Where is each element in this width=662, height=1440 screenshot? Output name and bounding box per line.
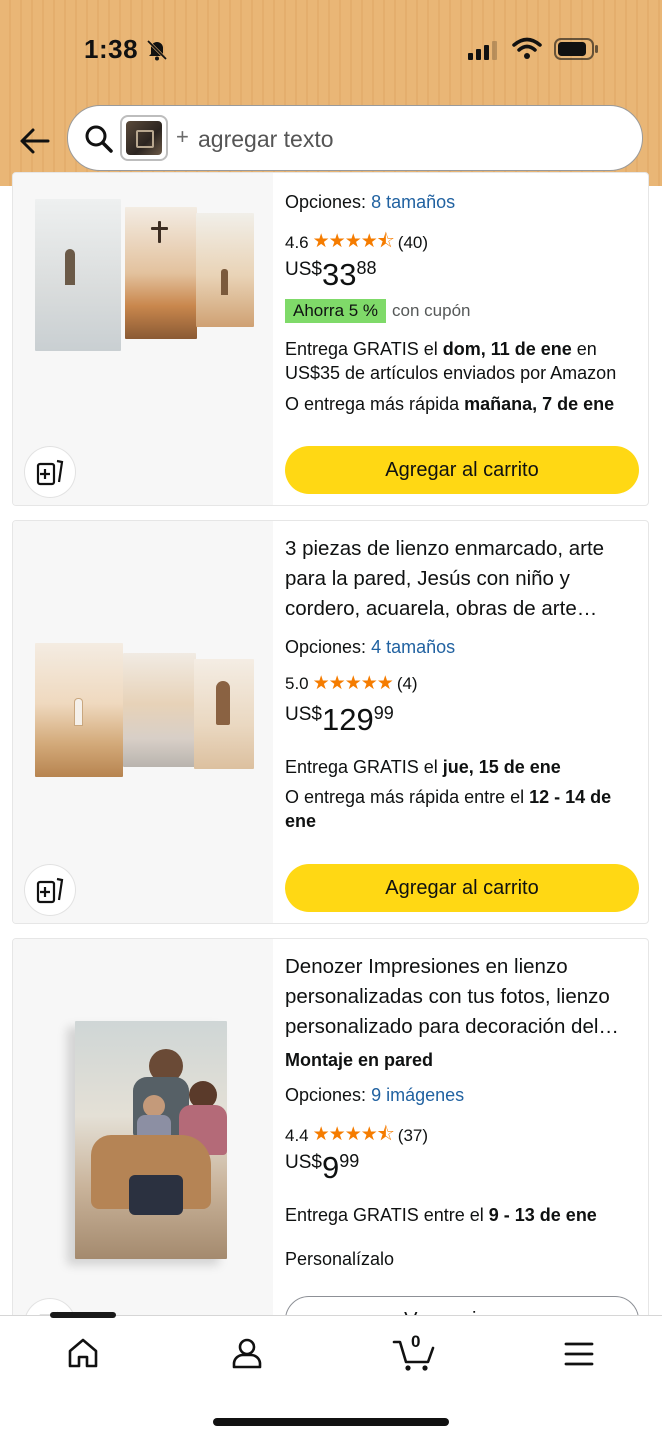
product-title[interactable]: 3 piezas de lienzo enmarcado, arte para … — [285, 534, 641, 624]
rating-row[interactable]: 4.6 ★★★★⯪ (40) — [285, 227, 428, 259]
options-link[interactable]: 8 tamaños — [371, 192, 455, 212]
search-icon — [85, 125, 113, 153]
search-bar[interactable]: + agregar texto — [67, 105, 643, 171]
faster-text: O entrega más rápida — [285, 394, 465, 414]
product-image[interactable] — [13, 939, 273, 1327]
bottom-nav: 0 — [0, 1312, 662, 1440]
options-row: Opciones: 8 tamaños — [285, 192, 455, 213]
product-card[interactable]: Opciones: 8 tamaños 4.6 ★★★★⯪ (40) US$33… — [12, 172, 649, 506]
star-rating-icon: ★★★★⯪ — [312, 1124, 395, 1145]
rating-row[interactable]: 5.0 ★★★★★ (4) — [285, 672, 418, 695]
faster-delivery-line: O entrega más rápida entre el 12 - 14 de — [285, 787, 611, 808]
status-time: 1:38 — [84, 34, 139, 64]
delivery-date: dom, 11 de ene — [442, 339, 572, 359]
price-cents: 88 — [356, 258, 377, 278]
delivery-line: Entrega GRATIS el jue, 15 de ene — [285, 757, 561, 778]
coupon-label: con cupón — [392, 301, 471, 320]
price: US$12999 — [285, 702, 394, 738]
delivery-text: Entrega GRATIS el — [285, 757, 443, 777]
delivery-text: Entrega GRATIS el — [285, 339, 443, 359]
add-text-plus: + — [176, 124, 189, 149]
delivery-date: jue, 15 de ene — [442, 757, 561, 777]
add-to-cart-button[interactable]: Agregar al carrito — [285, 446, 639, 494]
rating-value: 5.0 — [285, 673, 309, 693]
options-label: Opciones: — [285, 1085, 367, 1105]
faster-text: O entrega más rápida entre el — [285, 787, 530, 807]
compare-add-icon — [36, 459, 64, 486]
delivery-line: Entrega GRATIS entre el 9 - 13 de ene — [285, 1205, 597, 1226]
add-to-cart-button[interactable]: Agregar al carrito — [285, 864, 639, 912]
header: 1:38 + agregar texto — [0, 0, 662, 186]
price-whole: 129 — [321, 702, 374, 737]
compare-add-icon — [36, 877, 64, 904]
faster-date-cont: ene — [285, 811, 317, 831]
price: US$3388 — [285, 257, 376, 293]
delivery-line: Entrega GRATIS el dom, 11 de ene en — [285, 339, 597, 360]
home-indicator[interactable] — [213, 1418, 449, 1426]
price-cents: 99 — [373, 703, 394, 723]
review-count: (40) — [397, 233, 429, 252]
price-whole: 33 — [321, 257, 357, 292]
compare-button[interactable] — [25, 447, 75, 497]
active-tab-indicator — [50, 1312, 116, 1318]
signal-icon — [468, 41, 497, 60]
personalize-label: Personalízalo — [285, 1249, 395, 1269]
delivery-threshold: US$35 de artículos enviados por Amazon — [285, 363, 617, 383]
menu-icon[interactable] — [563, 1340, 595, 1368]
review-count: (4) — [396, 673, 418, 693]
rating-row[interactable]: 4.4 ★★★★⯪ (37) — [285, 1120, 428, 1152]
rating-value: 4.6 — [285, 233, 309, 252]
product-card[interactable]: 3 piezas de lienzo enmarcado, arte para … — [12, 520, 649, 924]
faster-date: mañana, 7 de ene — [464, 394, 615, 414]
product-image[interactable] — [13, 521, 273, 923]
back-arrow-icon[interactable] — [18, 124, 52, 158]
options-label: Opciones: — [285, 637, 367, 657]
faster-delivery-line: O entrega más rápida mañana, 7 de ene — [285, 394, 614, 415]
star-rating-icon: ★★★★★ — [312, 673, 394, 694]
price-whole: 9 — [321, 1150, 340, 1185]
delivery-text: Entrega GRATIS entre el — [285, 1205, 489, 1225]
star-rating-icon: ★★★★⯪ — [312, 231, 395, 252]
options-label: Opciones: — [285, 192, 367, 212]
price-cents: 99 — [339, 1151, 360, 1171]
price-currency: US$ — [285, 259, 322, 280]
search-input[interactable]: agregar texto — [198, 126, 334, 153]
cart-count: 0 — [411, 1332, 421, 1351]
product-feature: Montaje en pared — [285, 1050, 434, 1070]
product-title[interactable]: Denozer Impresiones en lienzo personaliz… — [285, 952, 641, 1042]
compare-button[interactable] — [25, 865, 75, 915]
options-link[interactable]: 9 imágenes — [371, 1085, 464, 1105]
options-link[interactable]: 4 tamaños — [371, 637, 455, 657]
product-card[interactable]: Denozer Impresiones en lienzo personaliz… — [12, 938, 649, 1328]
home-icon[interactable] — [66, 1336, 100, 1370]
options-row: Opciones: 4 tamaños — [285, 637, 455, 658]
options-row: Opciones: 9 imágenes — [285, 1085, 464, 1106]
price-currency: US$ — [285, 704, 322, 725]
battery-icon — [554, 38, 598, 60]
review-count: (37) — [397, 1126, 429, 1145]
delivery-text-suffix: en — [571, 339, 597, 359]
status-bar: 1:38 — [0, 30, 662, 70]
wifi-icon — [512, 37, 542, 59]
coupon-badge: Ahorra 5 % — [285, 299, 387, 323]
price: US$999 — [285, 1150, 359, 1186]
account-icon[interactable] — [230, 1336, 264, 1370]
bell-muted-icon — [146, 39, 168, 61]
coupon-row: Ahorra 5 % con cupón — [285, 299, 471, 323]
delivery-date: 9 - 13 de ene — [488, 1205, 597, 1225]
search-image-thumbnail[interactable] — [120, 115, 168, 161]
price-currency: US$ — [285, 1152, 322, 1173]
rating-value: 4.4 — [285, 1126, 309, 1145]
faster-date: 12 - 14 de — [529, 787, 612, 807]
faster-delivery-line-2: ene — [285, 811, 316, 832]
